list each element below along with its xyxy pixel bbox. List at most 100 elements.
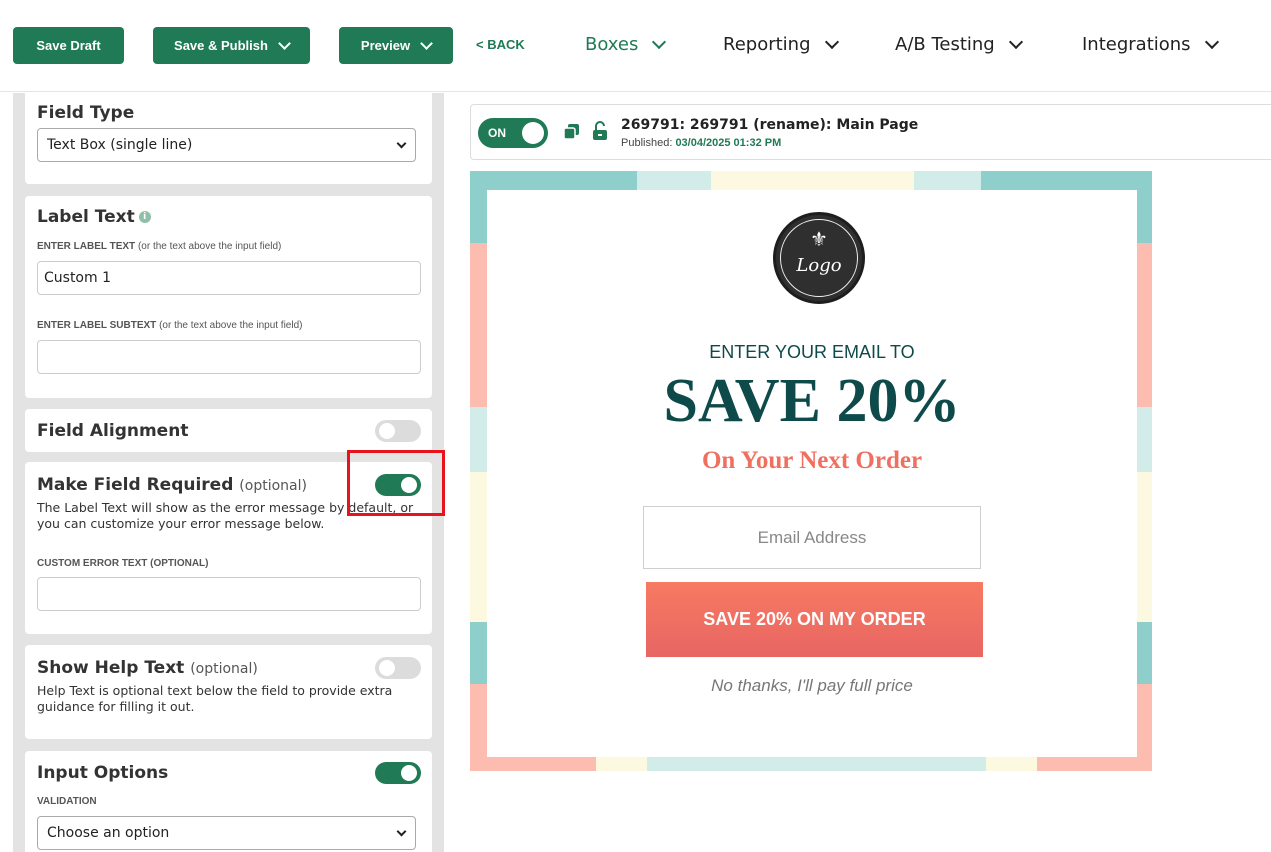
on-label: ON: [488, 126, 506, 140]
published-date: 03/04/2025 01:32 PM: [675, 137, 782, 149]
enter-label-caption: ENTER LABEL TEXT (or the text above the …: [37, 241, 281, 252]
published-info: Published: 03/04/2025 01:32 PM: [621, 137, 781, 149]
chevron-down-icon: [824, 34, 839, 49]
chevron-down-icon: [396, 826, 407, 837]
show-help-title-text: Show Help Text: [37, 658, 185, 678]
optional-label: (optional): [190, 661, 258, 677]
popup-eyebrow: ENTER YOUR EMAIL TO: [709, 342, 915, 362]
make-required-toggle[interactable]: [375, 474, 421, 496]
unlock-icon[interactable]: [592, 121, 608, 141]
border-segment: [470, 684, 487, 757]
label-subtext-input[interactable]: [37, 340, 421, 374]
border-segment: [470, 191, 487, 243]
border-segment: [1137, 191, 1152, 243]
save-draft-button[interactable]: Save Draft: [13, 27, 124, 64]
make-required-card: Make Field Required (optional) The Label…: [25, 462, 432, 634]
field-type-card: Field Type Text Box (single line): [25, 93, 432, 184]
box-title: 269791: 269791 (rename): Main Page: [621, 117, 919, 133]
label-text-title: Label Text i: [37, 207, 151, 227]
enter-label-caption-text: ENTER LABEL TEXT: [37, 241, 136, 252]
copy-icon[interactable]: [563, 123, 581, 141]
chevron-down-icon: [1008, 34, 1023, 49]
toggle-knob: [401, 765, 417, 781]
published-label: Published:: [621, 137, 673, 149]
enter-subtext-caption: ENTER LABEL SUBTEXT (or the text above t…: [37, 320, 302, 331]
popup-subheadline: On Your Next Order: [701, 447, 923, 474]
back-link[interactable]: < BACK: [476, 37, 525, 52]
toggle-knob: [379, 660, 395, 676]
show-help-toggle[interactable]: [375, 657, 421, 679]
chevron-down-icon: [278, 36, 291, 50]
nav-ab-testing[interactable]: A/B Testing: [895, 34, 1023, 55]
validation-value: Choose an option: [47, 825, 170, 841]
save-offer-button[interactable]: SAVE 20% ON MY ORDER: [646, 582, 983, 657]
preview-button[interactable]: Preview: [339, 27, 453, 64]
box-on-toggle[interactable]: ON: [478, 118, 548, 148]
chevron-down-icon: [396, 138, 407, 149]
border-segment: [470, 407, 487, 472]
make-required-description: The Label Text will show as the error me…: [37, 500, 414, 531]
show-help-card: Show Help Text (optional) Help Text is o…: [25, 645, 432, 739]
nav-reporting-label: Reporting: [723, 34, 811, 55]
border-segment: [647, 757, 986, 771]
field-alignment-title: Field Alignment: [37, 421, 189, 441]
email-input[interactable]: Email Address: [643, 506, 981, 569]
preview-label: Preview: [360, 38, 411, 53]
input-options-title: Input Options: [37, 763, 169, 783]
field-type-title: Field Type: [37, 103, 135, 123]
enter-subtext-hint: (or the text above the input field): [159, 320, 303, 331]
toggle-knob: [401, 477, 417, 493]
chevron-down-icon: [1204, 34, 1219, 49]
border-segment: [637, 171, 711, 191]
logo-text: Logo: [796, 255, 842, 276]
border-segment: [1137, 243, 1152, 407]
custom-error-input[interactable]: [37, 577, 421, 611]
border-segment: [986, 757, 1037, 771]
box-status-bar: ON 269791: 269791 (rename): Main Page Pu…: [470, 104, 1271, 160]
label-text-card: Label Text i ENTER LABEL TEXT (or the tex…: [25, 196, 432, 398]
toggle-knob: [379, 423, 395, 439]
border-segment: [470, 622, 487, 684]
save-draft-label: Save Draft: [36, 38, 101, 53]
input-options-toggle[interactable]: [375, 762, 421, 784]
nav-integrations-label: Integrations: [1082, 34, 1191, 55]
nav-ab-testing-label: A/B Testing: [895, 34, 995, 55]
decline-link[interactable]: No thanks, I'll pay full price: [487, 676, 1137, 696]
show-help-title: Show Help Text (optional): [37, 658, 258, 678]
field-settings-sidebar[interactable]: Field Type Text Box (single line) Label …: [13, 93, 444, 852]
border-segment: [1037, 757, 1152, 771]
nav-boxes[interactable]: Boxes: [585, 34, 667, 55]
label-text-input[interactable]: Custom 1: [37, 261, 421, 295]
chevron-down-icon: [420, 36, 433, 50]
enter-subtext-caption-text: ENTER LABEL SUBTEXT: [37, 320, 157, 331]
save-publish-button[interactable]: Save & Publish: [153, 27, 310, 64]
border-segment: [470, 472, 487, 622]
border-segment: [914, 171, 981, 191]
validation-select[interactable]: Choose an option: [37, 816, 416, 850]
field-type-value: Text Box (single line): [47, 137, 193, 153]
logo-badge: ⚜ Logo: [773, 212, 865, 304]
border-segment: [470, 171, 637, 191]
field-alignment-toggle[interactable]: [375, 420, 421, 442]
make-required-title-text: Make Field Required: [37, 475, 234, 495]
optional-label: (optional): [239, 478, 307, 494]
border-segment: [470, 757, 596, 771]
top-toolbar: Save Draft Save & Publish Preview < BACK…: [0, 0, 1271, 92]
border-segment: [981, 171, 1152, 191]
make-required-title: Make Field Required (optional): [37, 475, 307, 495]
field-type-select[interactable]: Text Box (single line): [37, 128, 416, 162]
border-segment: [1137, 622, 1152, 684]
border-segment: [1137, 684, 1152, 757]
border-segment: [1137, 407, 1152, 472]
enter-label-hint: (or the text above the input field): [137, 241, 282, 252]
input-options-card: Input Options VALIDATION Choose an optio…: [25, 751, 432, 852]
show-help-description: Help Text is optional text below the fie…: [37, 683, 393, 714]
save-publish-label: Save & Publish: [174, 38, 268, 53]
nav-integrations[interactable]: Integrations: [1082, 34, 1219, 55]
toggle-knob: [522, 122, 544, 144]
chevron-down-icon: [652, 34, 667, 49]
nav-reporting[interactable]: Reporting: [723, 34, 839, 55]
fleur-de-lis-icon: ⚜: [810, 227, 828, 251]
info-icon[interactable]: i: [138, 211, 151, 223]
border-segment: [1137, 472, 1152, 622]
